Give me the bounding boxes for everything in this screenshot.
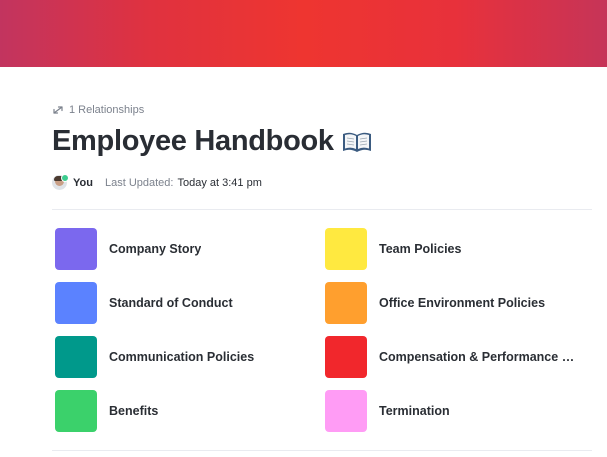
page-color-swatch (325, 390, 367, 432)
page-color-swatch (325, 282, 367, 324)
author-name[interactable]: You (73, 177, 93, 189)
subpage-label: Compensation & Performance Re... (379, 350, 579, 364)
online-status-dot (61, 174, 69, 182)
subpage-team-policies[interactable]: Team Policies (325, 228, 461, 270)
page-color-swatch (55, 282, 97, 324)
doc-title-row: Employee Handbook (52, 125, 372, 158)
open-book-icon (342, 132, 371, 152)
page-color-swatch (55, 228, 97, 270)
subpage-company-story[interactable]: Company Story (55, 228, 201, 270)
subpage-label: Communication Policies (109, 350, 255, 364)
page-title[interactable]: Employee Handbook (52, 125, 334, 158)
subpage-label: Termination (379, 404, 450, 418)
subpage-label: Benefits (109, 404, 159, 418)
subpage-benefits[interactable]: Benefits (55, 390, 158, 432)
relationships-link[interactable]: 1 Relationships (52, 104, 144, 116)
divider (52, 450, 592, 451)
relationships-label: 1 Relationships (69, 104, 145, 116)
relationship-icon (53, 106, 63, 114)
subpage-office-environment-policies[interactable]: Office Environment Policies (325, 282, 545, 324)
subpage-label: Standard of Conduct (109, 296, 233, 310)
page-color-swatch (55, 336, 97, 378)
avatar[interactable] (52, 174, 69, 190)
subpage-label: Office Environment Policies (379, 296, 546, 310)
subpage-standard-of-conduct[interactable]: Standard of Conduct (55, 282, 233, 324)
subpage-compensation-performance[interactable]: Compensation & Performance Re... (325, 336, 579, 378)
cover-banner[interactable] (0, 0, 607, 67)
last-updated-value: Today at 3:41 pm (177, 176, 262, 189)
last-updated-label: Last Updated: (104, 176, 174, 189)
doc-meta: You Last Updated: Today at 3:41 pm (52, 174, 262, 190)
page-color-swatch (325, 228, 367, 270)
page-color-swatch (325, 336, 367, 378)
page-color-swatch (55, 390, 97, 432)
subpage-termination[interactable]: Termination (325, 390, 450, 432)
subpage-label: Team Policies (379, 242, 462, 256)
subpage-label: Company Story (109, 242, 202, 256)
divider (52, 209, 592, 210)
subpage-communication-policies[interactable]: Communication Policies (55, 336, 254, 378)
